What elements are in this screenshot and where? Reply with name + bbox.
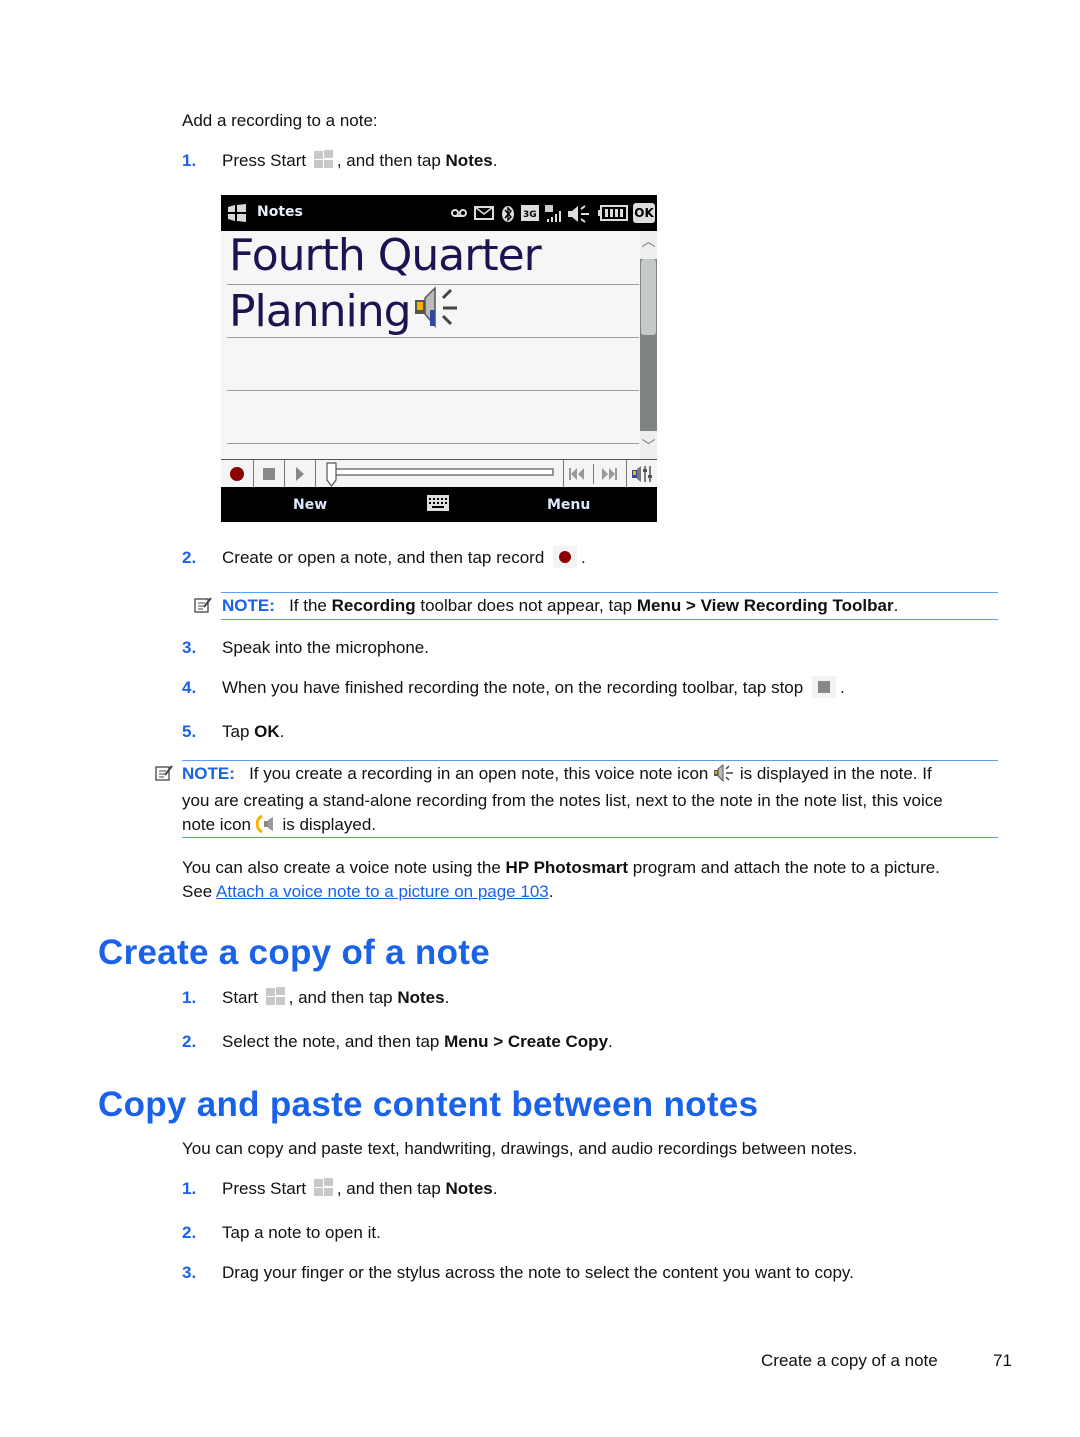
device-screenshot: Notes 3G OK Fourth Quarter Planning ︿ ﹀: [221, 195, 657, 522]
note-label: NOTE:: [222, 596, 275, 615]
step-4: 4. When you have finished recording the n…: [182, 676, 845, 700]
title-bar: Notes 3G OK: [221, 195, 657, 231]
softkey-bar: New Menu: [221, 487, 657, 522]
note-pencil-icon: [194, 596, 212, 613]
step-number: 2.: [182, 548, 197, 567]
signal-icon: [545, 205, 561, 222]
windows-start-icon: [313, 1178, 335, 1198]
keyboard-icon[interactable]: [427, 495, 449, 511]
step-2: 2. Tap a note to open it.: [182, 1221, 381, 1245]
section-heading-create-copy: Create a copy of a note: [98, 933, 491, 972]
message-icon: [474, 205, 494, 221]
step-3: 3. Drag your finger or the stylus across …: [182, 1261, 854, 1285]
step-1: 1. Press Start , and then tap Notes.: [182, 1177, 498, 1201]
ruled-line: [227, 443, 639, 444]
note-2-text: NOTE: If you create a recording in an op…: [182, 762, 943, 841]
step-number: 1.: [182, 1179, 197, 1198]
svg-text:3G: 3G: [523, 210, 537, 220]
ruled-line: [227, 390, 639, 391]
step-2: 2. Create or open a note, and then tap re…: [182, 546, 586, 570]
step-1: 1. Start , and then tap Notes.: [182, 986, 449, 1010]
scroll-thumb[interactable]: [641, 259, 656, 335]
voice-note-inline-icon: [713, 763, 735, 789]
stop-button[interactable]: [254, 460, 284, 488]
vertical-scrollbar[interactable]: ︿ ﹀: [640, 231, 657, 459]
play-button[interactable]: [285, 460, 315, 488]
footer-section-title: Create a copy of a note: [761, 1351, 938, 1370]
voice-note-icon[interactable]: [413, 284, 465, 339]
start-flag-icon[interactable]: [227, 204, 247, 222]
step-number: 1.: [182, 988, 197, 1007]
new-softkey[interactable]: New: [293, 497, 327, 513]
recording-toolbar: [221, 459, 657, 488]
volume-control-button[interactable]: [627, 460, 657, 488]
standalone-voice-note-icon: [255, 814, 278, 841]
fast-forward-button[interactable]: [597, 460, 623, 488]
volume-icon: [567, 205, 591, 223]
photosmart-paragraph: You can also create a voice note using t…: [182, 858, 940, 901]
step-number: 3.: [182, 1263, 197, 1282]
scroll-down-button[interactable]: ﹀: [640, 431, 657, 459]
page-number: 71: [993, 1351, 1012, 1370]
intro-text: Add a recording to a note:: [182, 111, 378, 130]
voicemail-icon: [450, 205, 468, 221]
step-number: 2.: [182, 1032, 197, 1051]
playback-slider[interactable]: [321, 460, 555, 488]
stop-icon: [811, 676, 836, 698]
note-label: NOTE:: [182, 764, 235, 783]
step-number: 1.: [182, 151, 197, 170]
step-3: 3. Speak into the microphone.: [182, 636, 429, 660]
battery-icon: [598, 205, 628, 221]
step-number: 4.: [182, 678, 197, 697]
attach-voice-note-link[interactable]: Attach a voice note to a picture on page…: [216, 882, 549, 901]
toolbar-divider: [593, 464, 594, 484]
note-line-1: Fourth Quarter: [229, 230, 542, 281]
ok-button[interactable]: OK: [633, 203, 655, 223]
section-heading-copy-paste: Copy and paste content between notes: [98, 1085, 759, 1124]
step-2: 2. Select the note, and then tap Menu > C…: [182, 1030, 613, 1054]
windows-start-icon: [313, 150, 335, 170]
note-canvas[interactable]: Fourth Quarter Planning ︿ ﹀: [221, 231, 657, 459]
3g-icon: 3G: [521, 205, 539, 221]
bluetooth-icon: [501, 205, 515, 222]
menu-softkey[interactable]: Menu: [547, 497, 590, 513]
step-1: 1. Press Start , and then tap Notes.: [182, 149, 498, 173]
step-number: 2.: [182, 1223, 197, 1242]
note-line-2: Planning: [229, 284, 465, 339]
note-pencil-icon: [155, 764, 173, 781]
section-intro: You can copy and paste text, handwriting…: [182, 1139, 858, 1158]
step-number: 5.: [182, 722, 197, 741]
ruled-line: [227, 337, 639, 338]
record-button[interactable]: [221, 460, 253, 488]
scroll-up-button[interactable]: ︿: [640, 231, 657, 259]
windows-start-icon: [265, 987, 287, 1007]
record-icon: [553, 546, 578, 568]
app-title: Notes: [257, 204, 303, 220]
step-5: 5. Tap OK.: [182, 720, 284, 744]
toolbar-divider: [315, 460, 316, 488]
rewind-button[interactable]: [565, 460, 589, 488]
toolbar-divider: [563, 460, 564, 488]
step-number: 3.: [182, 638, 197, 657]
note-1-text: NOTE: If the Recording toolbar does not …: [222, 596, 899, 615]
